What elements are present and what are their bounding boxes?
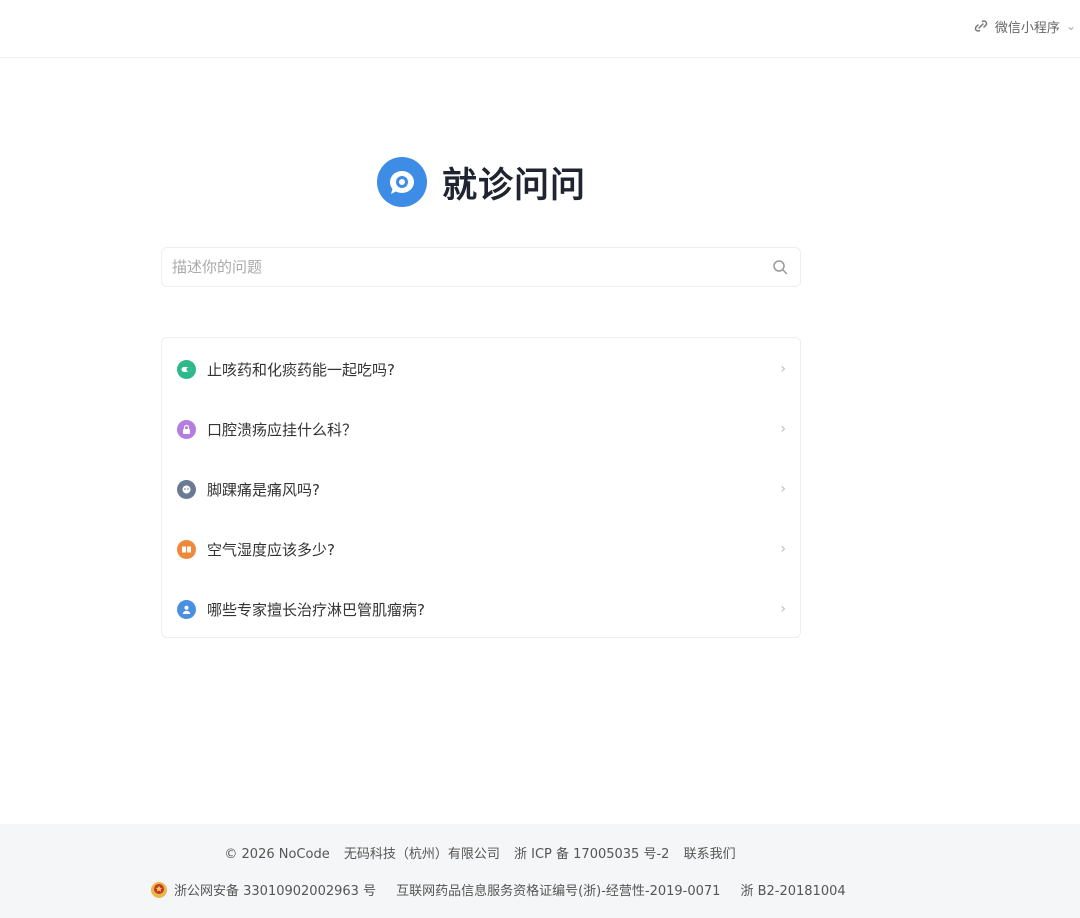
user-icon: [177, 599, 196, 619]
question-item[interactable]: 止咳药和化痰药能一起吃吗? ›: [162, 339, 800, 399]
question-text: 口腔溃疡应挂什么科？: [207, 420, 358, 439]
footer: © 2026 NoCode 无码科技（杭州）有限公司 浙 ICP 备 17005…: [0, 824, 1080, 918]
drug-license-text: 互联网药品信息服务资格证编号(浙)-经营性-2019-0071: [396, 884, 721, 899]
book-icon: [177, 539, 196, 559]
contact-us-link[interactable]: 联系我们: [684, 847, 736, 862]
footer-links: © 2026 NoCode 无码科技（杭州）有限公司 浙 ICP 备 17005…: [0, 843, 960, 862]
search-button[interactable]: [760, 248, 800, 286]
question-item[interactable]: 空气湿度应该多少? ›: [162, 519, 800, 579]
question-item[interactable]: 口腔溃疡应挂什么科？ ›: [162, 399, 800, 459]
search-icon: [773, 260, 788, 275]
company-name: 无码科技（杭州）有限公司: [343, 847, 500, 862]
footer-licenses: 浙公网安备 33010902002963 号 互联网药品信息服务资格证编号(浙)…: [150, 880, 846, 899]
mini-program-menu[interactable]: 微信小程序 ⌄: [973, 14, 1080, 38]
face-icon: [177, 479, 196, 499]
police-badge-icon: [151, 881, 167, 898]
b2-license-text: 浙 B2-20181004: [740, 884, 846, 899]
question-text: 空气湿度应该多少?: [207, 540, 335, 559]
suggested-questions-list: 止咳药和化痰药能一起吃吗? › 口腔溃疡应挂什么科？ › 脚踝痛是痛风吗? › …: [161, 337, 801, 638]
police-record-link[interactable]: 浙公网安备 33010902002963 号: [174, 880, 376, 899]
chevron-right-icon: ›: [780, 601, 786, 617]
page-title: 就诊问问: [442, 165, 587, 206]
chevron-right-icon: ›: [780, 481, 786, 497]
brand: 就诊问问: [376, 156, 586, 208]
chevron-down-icon: ⌄: [1065, 19, 1076, 33]
search-bar: [161, 247, 801, 287]
pill-icon: [177, 359, 196, 379]
lock-icon: [177, 419, 196, 439]
question-item[interactable]: 哪些专家擅长治疗淋巴管肌瘤病? ›: [162, 579, 800, 639]
top-bar: 微信小程序 ⌄: [0, 0, 1080, 58]
mini-program-label: 微信小程序: [994, 20, 1060, 36]
question-text: 止咳药和化痰药能一起吃吗?: [207, 360, 395, 379]
chevron-right-icon: ›: [780, 361, 786, 377]
copyright-text: © 2026 NoCode: [224, 847, 330, 862]
question-text: 脚踝痛是痛风吗?: [207, 480, 320, 499]
chevron-right-icon: ›: [780, 541, 786, 557]
icp-link[interactable]: 浙 ICP 备 17005035 号-2: [514, 847, 669, 862]
question-text: 哪些专家擅长治疗淋巴管肌瘤病?: [207, 600, 425, 619]
search-input[interactable]: [162, 249, 760, 285]
question-item[interactable]: 脚踝痛是痛风吗? ›: [162, 459, 800, 519]
chevron-right-icon: ›: [780, 421, 786, 437]
chat-bubble-logo-icon: [377, 157, 427, 207]
link-icon: [974, 20, 988, 32]
